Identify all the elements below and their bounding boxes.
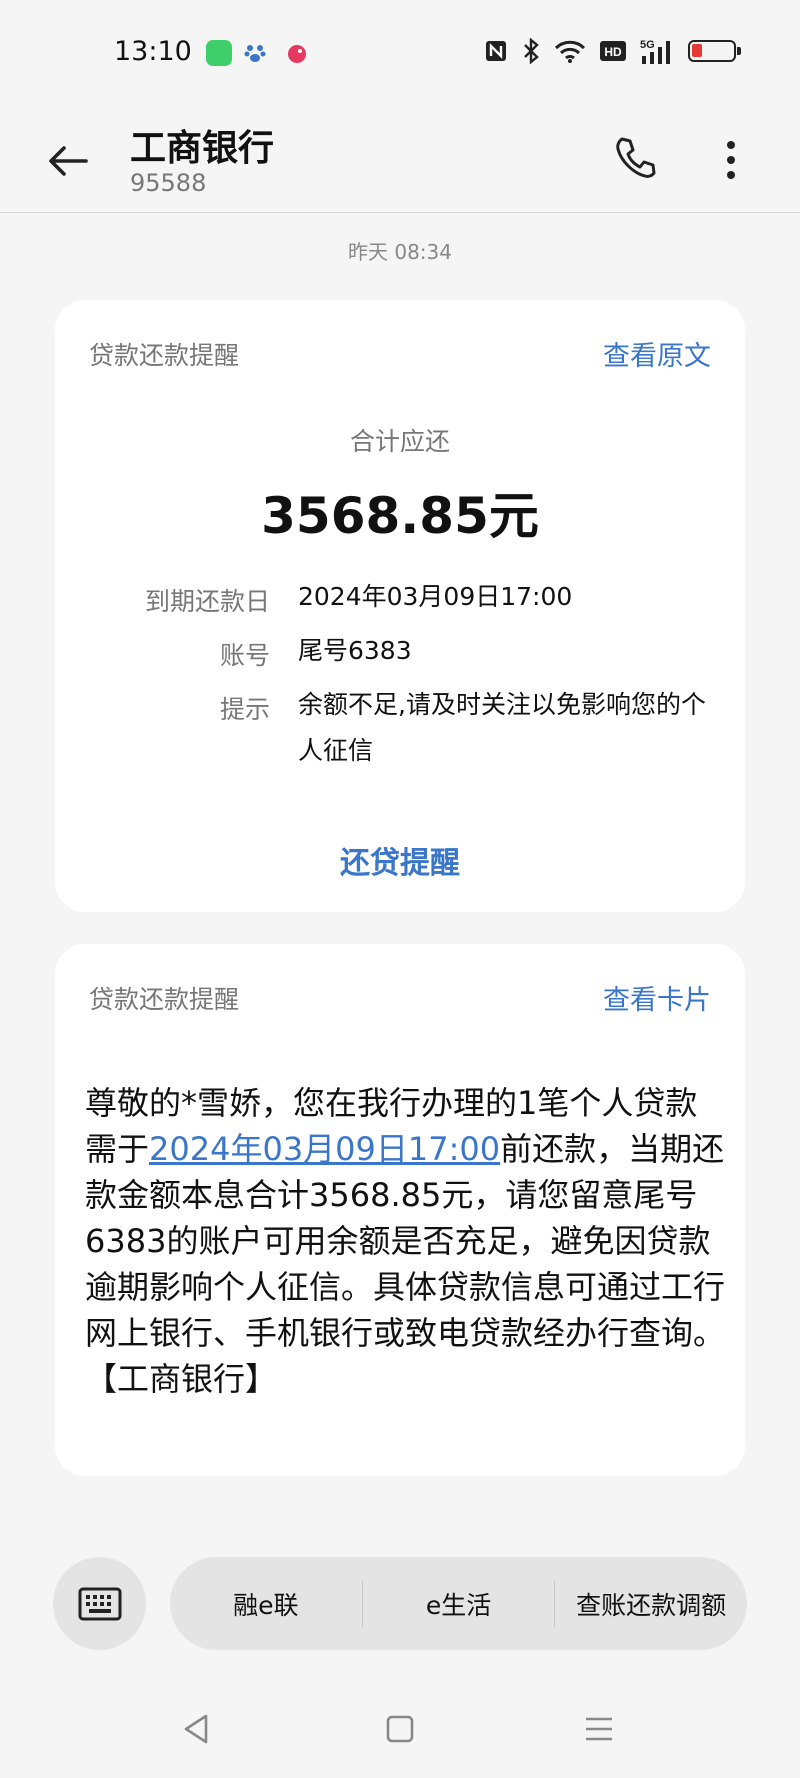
phone-icon[interactable]	[612, 135, 658, 181]
status-bar: 13:10 HD 5G	[0, 0, 800, 105]
due-date-value: 2024年03月09日17:00	[298, 582, 573, 611]
sms-message-body: 尊敬的*雪娇，您在我行办理的1笔个人贷款需于2024年03月09日17:00前还…	[85, 1080, 725, 1402]
service-menu-bar: 融e联 e生活 查账还款调额	[170, 1557, 747, 1650]
view-card-link[interactable]: 查看卡片	[603, 978, 711, 1017]
battery-app-icon	[206, 40, 232, 66]
due-date-link[interactable]: 2024年03月09日17:00	[149, 1130, 500, 1168]
contact-name: 工商银行	[130, 128, 275, 169]
due-date-label: 到期还款日	[144, 587, 270, 616]
account-label: 账号	[219, 641, 270, 670]
total-due-amount: 3568.85元	[261, 487, 539, 545]
message-timestamp: 昨天 08:34	[348, 240, 452, 264]
nav-recents-icon[interactable]	[582, 1712, 616, 1746]
card-category-label: 贷款还款提醒	[89, 341, 240, 370]
menu-item-account-services[interactable]: 查账还款调额	[555, 1586, 747, 1622]
contact-number: 95588	[130, 169, 207, 197]
menu-item-rongelian[interactable]: 融e联	[170, 1586, 362, 1622]
keyboard-toggle-button[interactable]	[53, 1557, 146, 1650]
total-due-label: 合计应还	[349, 427, 450, 456]
nav-back-icon[interactable]	[180, 1712, 214, 1746]
menu-item-elife[interactable]: e生活	[363, 1586, 555, 1622]
conversation-header: 工商银行 95588	[0, 105, 800, 213]
back-arrow-icon[interactable]	[46, 139, 90, 183]
more-options-icon[interactable]	[716, 137, 746, 183]
signal-5g-icon: 5G	[640, 39, 670, 64]
svg-text:5G: 5G	[640, 39, 655, 51]
hint-value: 余额不足,请及时关注以免影响您的个人征信	[298, 690, 706, 765]
paw-app-icon	[242, 40, 268, 66]
bluetooth-icon	[524, 38, 539, 64]
card-category-label: 贷款还款提醒	[89, 985, 240, 1014]
nfc-icon	[486, 41, 506, 61]
status-icons: HD 5G	[484, 36, 741, 66]
repayment-reminder-button[interactable]: 还贷提醒	[55, 838, 745, 882]
hd-icon: HD	[600, 41, 626, 61]
account-value: 尾号6383	[298, 636, 412, 665]
view-original-link[interactable]: 查看原文	[603, 334, 711, 373]
clock: 13:10	[114, 36, 192, 67]
wifi-icon	[554, 40, 586, 63]
system-nav-bar	[0, 1700, 800, 1760]
svg-text:HD: HD	[604, 45, 622, 59]
battery-icon	[688, 40, 741, 62]
hint-label: 提示	[219, 695, 270, 724]
keyboard-icon	[78, 1587, 122, 1621]
bird-app-icon	[284, 40, 310, 66]
nav-home-icon[interactable]	[383, 1712, 417, 1746]
sms-message-card: 贷款还款提醒 查看卡片 尊敬的*雪娇，您在我行办理的1笔个人贷款需于2024年0…	[55, 944, 745, 1476]
message-text-suffix: 前还款，当期还款金额本息合计3568.85元，请您留意尾号6383的账户可用余额…	[85, 1130, 726, 1398]
loan-reminder-card: 贷款还款提醒 查看原文 合计应还 3568.85元 到期还款日 2024年03月…	[55, 300, 745, 912]
